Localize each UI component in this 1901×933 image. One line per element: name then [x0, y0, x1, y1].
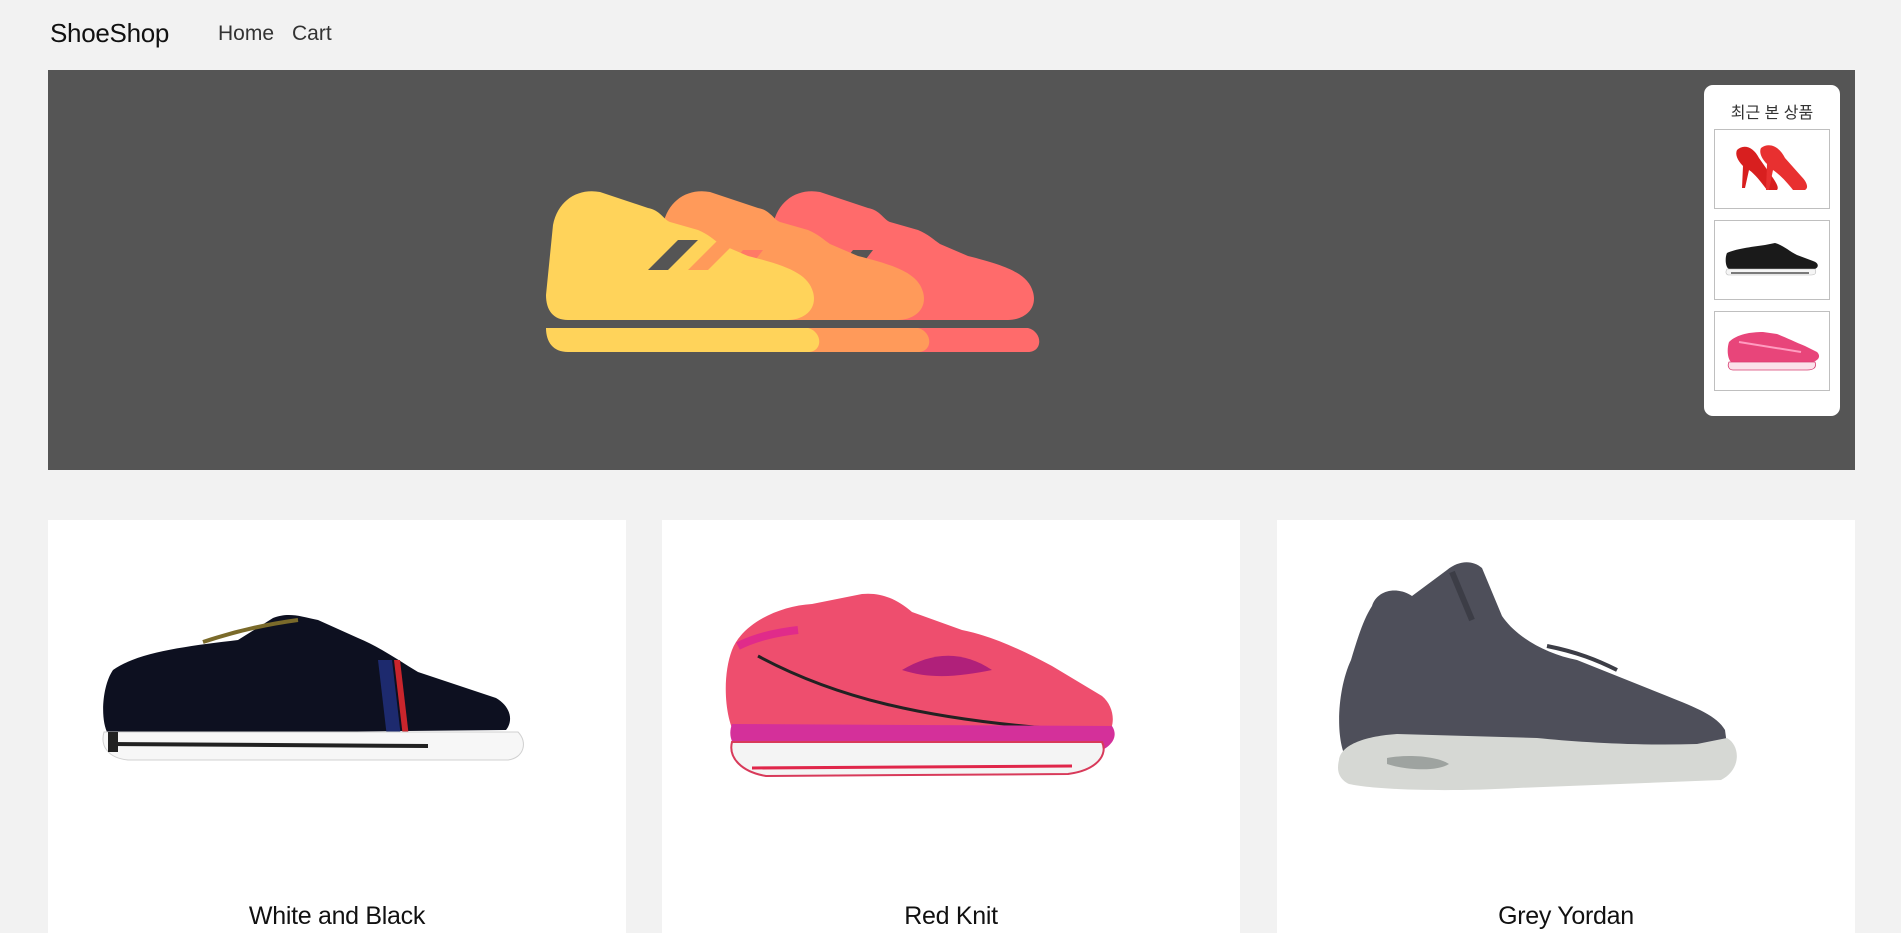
grey-high-top-sneaker-icon [1338, 562, 1737, 791]
red-heels-icon [1736, 145, 1808, 190]
product-title: White and Black [248, 902, 426, 930]
recently-viewed-title: 최근 본 상품 [1730, 105, 1814, 122]
recent-item-pink-runner[interactable] [1714, 311, 1830, 391]
recent-item-red-heels[interactable] [1714, 129, 1830, 209]
black-sneaker-icon [1725, 243, 1818, 276]
product-title: Red Knit [904, 902, 998, 930]
top-navbar: ShoeShop Home Cart [0, 0, 1901, 68]
product-card-red-knit[interactable]: Red Knit [662, 520, 1240, 933]
black-canvas-sneaker-icon [102, 614, 524, 761]
nav-home-link[interactable]: Home [218, 22, 274, 46]
product-card-white-and-black[interactable]: White and Black [48, 520, 626, 933]
brand-logo[interactable]: ShoeShop [50, 18, 169, 49]
pink-runner-icon [1727, 332, 1820, 371]
product-title: Grey Yordan [1498, 902, 1634, 930]
recently-viewed-panel: 최근 본 상품 [1704, 85, 1840, 416]
sneakers-illustration-icon [546, 191, 1040, 352]
hero-banner [48, 70, 1855, 470]
product-card-grey-yordan[interactable]: Grey Yordan [1277, 520, 1855, 933]
nav-cart-link[interactable]: Cart [292, 22, 332, 46]
pink-running-shoe-icon [725, 593, 1115, 778]
recent-item-black-sneaker[interactable] [1714, 220, 1830, 300]
